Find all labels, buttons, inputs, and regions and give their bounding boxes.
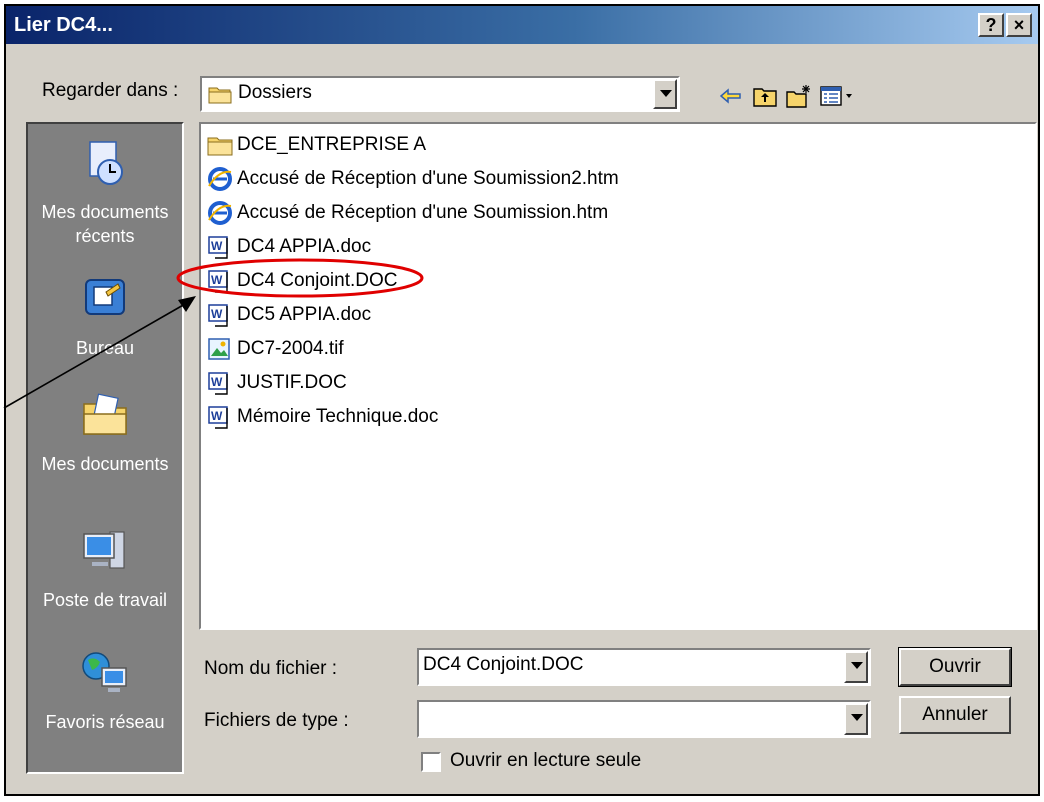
annotation-arrowhead bbox=[178, 296, 196, 312]
annotation-overlay bbox=[3, 258, 424, 409]
highlight-ellipse bbox=[176, 258, 424, 298]
annotation-arrow-line bbox=[3, 299, 193, 409]
